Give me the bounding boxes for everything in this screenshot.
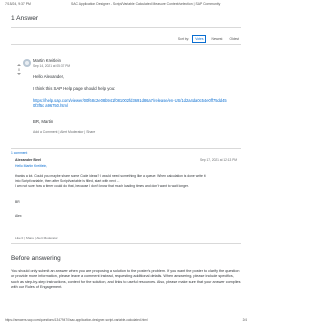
sort-newest-button[interactable]: Newest xyxy=(209,36,224,42)
comment-line: into Script/variable, then after Script/… xyxy=(15,179,120,183)
sort-label: Sort by: xyxy=(177,37,190,41)
divider xyxy=(11,148,241,149)
print-footer: https://answers.sap.com/questions/134794… xyxy=(5,318,247,322)
downvote-icon[interactable] xyxy=(17,73,21,75)
divider xyxy=(11,243,241,244)
comment-line: BR xyxy=(15,200,20,204)
comment-line: Hello Martin Kreitlein, xyxy=(15,164,48,168)
print-page-number: 2/4 xyxy=(242,318,247,322)
comment-actions[interactable]: Like 0 | Share | Alert Moderator xyxy=(15,236,58,240)
answer-sign-off: BR, Martin xyxy=(33,119,54,124)
comment-date: Sep 17, 2021 at 12:13 PM xyxy=(199,158,237,162)
comment-line: Alex xyxy=(15,214,22,218)
help-page-link[interactable]: https://help.sap.com/viewer/00f68c2e08b9… xyxy=(33,98,228,109)
vote-count: 0 xyxy=(18,67,20,72)
upvote-icon[interactable] xyxy=(17,64,21,66)
answer-greeting: Hello Alexander, xyxy=(33,74,65,79)
answer-actions[interactable]: Add a Comment | Alert Moderator | Share xyxy=(33,130,95,134)
answer-text: I think this SAP Help page should help y… xyxy=(33,86,116,91)
answer-date: Sep 14, 2021 at 05:37 PM xyxy=(33,64,71,68)
sort-bar: Sort by: Votes Newest Oldest xyxy=(178,35,241,43)
print-header: 7/15/24, 9:37 PM SAC Application Designe… xyxy=(5,2,247,6)
sort-votes-button[interactable]: Votes xyxy=(192,35,207,43)
comment-count[interactable]: 1 comment xyxy=(11,151,27,155)
before-answering-heading: Before answering xyxy=(11,255,61,262)
comment-line: I am not sure how a timer could do that,… xyxy=(15,184,189,188)
divider xyxy=(11,27,241,28)
vote-widget: 0 xyxy=(15,64,23,75)
answers-heading: 1 Answer xyxy=(11,15,39,22)
sort-oldest-button[interactable]: Oldest xyxy=(227,36,241,42)
divider xyxy=(11,44,241,45)
comment-author[interactable]: Alexander Beel xyxy=(15,158,41,162)
print-url: https://answers.sap.com/questions/134794… xyxy=(5,318,148,322)
print-datetime: 7/15/24, 9:37 PM xyxy=(5,2,31,6)
answer-author[interactable]: Martin Kreitlein xyxy=(33,58,61,63)
print-page-title: SAC Application Designer - Script/Variab… xyxy=(71,2,221,6)
comment-line: thanks a lot. Could you maybe share some… xyxy=(15,174,206,178)
avatar[interactable] xyxy=(23,59,31,67)
before-answering-text: You should only submit an answer when yo… xyxy=(11,269,241,290)
